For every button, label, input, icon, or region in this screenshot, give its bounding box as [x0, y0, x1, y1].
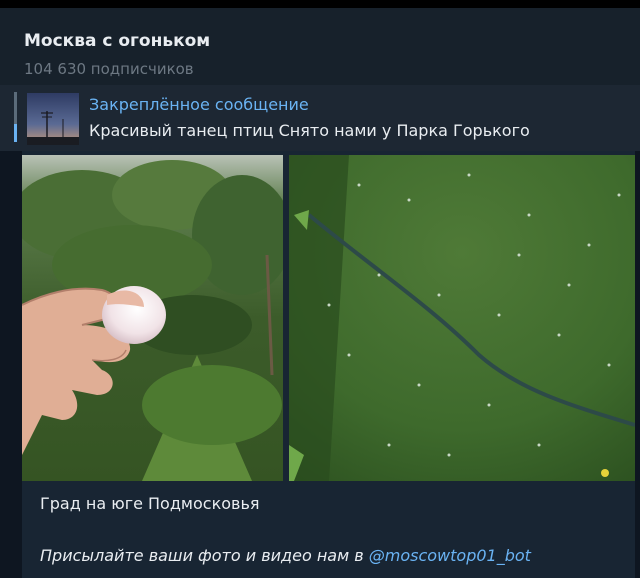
- window-top-strip: [0, 0, 640, 8]
- hailstone-in-hand-photo[interactable]: [22, 155, 283, 481]
- pinned-thumbnail: [27, 93, 79, 145]
- subscriber-count: 104 630 подписчиков: [24, 60, 194, 78]
- hail-on-grass-photo[interactable]: [289, 155, 635, 481]
- pinned-label: Закреплённое сообщение: [89, 95, 309, 114]
- pinned-indicator: [14, 92, 17, 142]
- channel-title: Москва с огоньком: [24, 31, 211, 51]
- pinned-text: Красивый танец птиц Снято нами у Парка Г…: [89, 121, 530, 140]
- message-footer: Присылайте ваши фото и видео нам в @mosc…: [40, 546, 531, 565]
- footer-text: Присылайте ваши фото и видео нам в: [40, 546, 369, 565]
- message-caption: Град на юге Подмосковья: [40, 494, 260, 513]
- bot-mention-link[interactable]: @moscowtop01_bot: [369, 546, 531, 565]
- pinned-message-bar[interactable]: Закреплённое сообщение Красивый танец пт…: [0, 85, 640, 151]
- channel-header[interactable]: Москва с огоньком 104 630 подписчиков: [0, 8, 640, 85]
